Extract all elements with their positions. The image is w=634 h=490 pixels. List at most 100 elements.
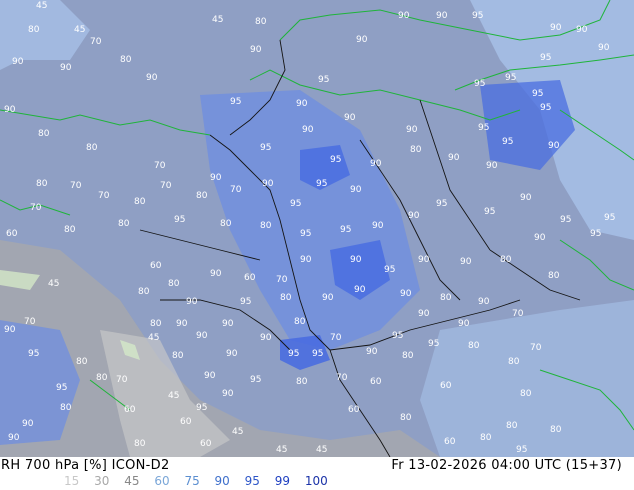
contour-label: 80 bbox=[468, 341, 480, 351]
contour-label: 90 bbox=[534, 233, 546, 243]
contour-label: 95 bbox=[474, 79, 485, 89]
contour-label: 90 bbox=[350, 255, 362, 265]
legend-value: 75 bbox=[184, 474, 200, 488]
contour-label: 70 bbox=[230, 185, 242, 195]
contour-label: 80 bbox=[508, 357, 520, 367]
contour-label: 90 bbox=[222, 319, 234, 329]
contour-label: 80 bbox=[550, 425, 562, 435]
contour-label: 80 bbox=[118, 219, 130, 229]
contour-label: 80 bbox=[402, 351, 414, 361]
contour-label: 45 bbox=[168, 391, 179, 401]
contour-label: 95 bbox=[505, 73, 516, 83]
contour-label: 95 bbox=[312, 349, 323, 359]
contour-label: 95 bbox=[532, 89, 543, 99]
contour-label: 60 bbox=[180, 417, 192, 427]
contour-label: 95 bbox=[384, 265, 395, 275]
map-title: RH 700 hPa [%] ICON-D2 bbox=[1, 458, 170, 473]
contour-label: 90 bbox=[598, 43, 610, 53]
contour-label: 45 bbox=[148, 333, 159, 343]
contour-label: 70 bbox=[330, 333, 342, 343]
contour-label: 95 bbox=[560, 215, 571, 225]
legend-value: 60 bbox=[154, 474, 170, 488]
contour-label: 80 bbox=[138, 287, 150, 297]
contour-label: 80 bbox=[296, 377, 308, 387]
contour-label: 80 bbox=[134, 197, 146, 207]
contour-label: 80 bbox=[506, 421, 518, 431]
contour-label: 95 bbox=[590, 229, 601, 239]
contour-label: 70 bbox=[530, 343, 542, 353]
map-footer: RH 700 hPa [%] ICON-D2 Fr 13-02-2026 04:… bbox=[0, 457, 634, 490]
contour-label: 60 bbox=[370, 377, 382, 387]
contour-label: 80 bbox=[96, 373, 108, 383]
contour-label: 70 bbox=[30, 203, 42, 213]
forecast-datetime: Fr 13-02-2026 04:00 UTC (15+37) bbox=[391, 458, 622, 473]
contour-label: 95 bbox=[472, 11, 483, 21]
contour-label: 60 bbox=[348, 405, 360, 415]
contour-label: 80 bbox=[36, 179, 48, 189]
contour-label: 95 bbox=[196, 403, 207, 413]
contour-label: 95 bbox=[428, 339, 439, 349]
contour-label: 90 bbox=[8, 433, 20, 443]
contour-label: 95 bbox=[316, 179, 327, 189]
contour-label: 90 bbox=[486, 161, 498, 171]
contour-label: 80 bbox=[280, 293, 292, 303]
contour-label: 90 bbox=[400, 289, 412, 299]
contour-label: 90 bbox=[458, 319, 470, 329]
contour-label: 70 bbox=[24, 317, 36, 327]
contour-label: 95 bbox=[604, 213, 615, 223]
contour-label: 95 bbox=[240, 297, 251, 307]
contour-label: 95 bbox=[174, 215, 185, 225]
contour-label: 90 bbox=[408, 211, 420, 221]
contour-label: 70 bbox=[276, 275, 288, 285]
contour-label: 95 bbox=[478, 123, 489, 133]
contour-label: 90 bbox=[226, 349, 238, 359]
contour-label: 45 bbox=[48, 279, 59, 289]
contour-label: 70 bbox=[154, 161, 166, 171]
contour-label: 95 bbox=[330, 155, 341, 165]
contour-label: 90 bbox=[4, 325, 16, 335]
contour-label: 90 bbox=[222, 389, 234, 399]
contour-label: 60 bbox=[440, 381, 452, 391]
contour-label: 90 bbox=[406, 125, 418, 135]
contour-label: 70 bbox=[512, 309, 524, 319]
contour-label: 95 bbox=[502, 137, 513, 147]
contour-label: 90 bbox=[186, 297, 198, 307]
contour-label: 90 bbox=[398, 11, 410, 21]
contour-label: 45 bbox=[276, 445, 287, 455]
contour-label: 95 bbox=[230, 97, 241, 107]
map-canvas: 45 45 45 80 70 80 90 90 90 90 80 80 70 9… bbox=[0, 0, 634, 457]
contour-label: 80 bbox=[410, 145, 422, 155]
contour-label: 60 bbox=[150, 261, 162, 271]
contour-label: 90 bbox=[4, 105, 16, 115]
contour-label: 70 bbox=[70, 181, 82, 191]
contour-label: 90 bbox=[548, 141, 560, 151]
contour-label: 90 bbox=[418, 255, 430, 265]
contour-label: 90 bbox=[356, 35, 368, 45]
contour-label: 90 bbox=[478, 297, 490, 307]
contour-label: 95 bbox=[260, 143, 271, 153]
contour-label: 70 bbox=[116, 375, 128, 385]
legend-value: 15 bbox=[64, 474, 80, 488]
contour-label: 95 bbox=[484, 207, 495, 217]
contour-label: 90 bbox=[448, 153, 460, 163]
contour-label: 90 bbox=[296, 99, 308, 109]
contour-label: 90 bbox=[354, 285, 366, 295]
contour-label: 60 bbox=[6, 229, 18, 239]
contour-label: 90 bbox=[322, 293, 334, 303]
contour-label: 70 bbox=[98, 191, 110, 201]
rh-700hpa-map: 45 45 45 80 70 80 90 90 90 90 80 80 70 9… bbox=[0, 0, 634, 457]
contour-label: 95 bbox=[56, 383, 67, 393]
contour-label: 95 bbox=[516, 445, 527, 455]
contour-label: 80 bbox=[38, 129, 50, 139]
contour-label: 90 bbox=[12, 57, 24, 67]
contour-label: 45 bbox=[316, 445, 327, 455]
contour-label: 45 bbox=[36, 1, 47, 11]
contour-label: 80 bbox=[64, 225, 76, 235]
contour-label: 90 bbox=[210, 269, 222, 279]
legend-value: 95 bbox=[244, 474, 260, 488]
contour-label: 80 bbox=[172, 351, 184, 361]
contour-label: 90 bbox=[300, 255, 312, 265]
contour-label: 90 bbox=[262, 179, 274, 189]
contour-label: 80 bbox=[134, 439, 146, 449]
contour-label: 90 bbox=[372, 221, 384, 231]
